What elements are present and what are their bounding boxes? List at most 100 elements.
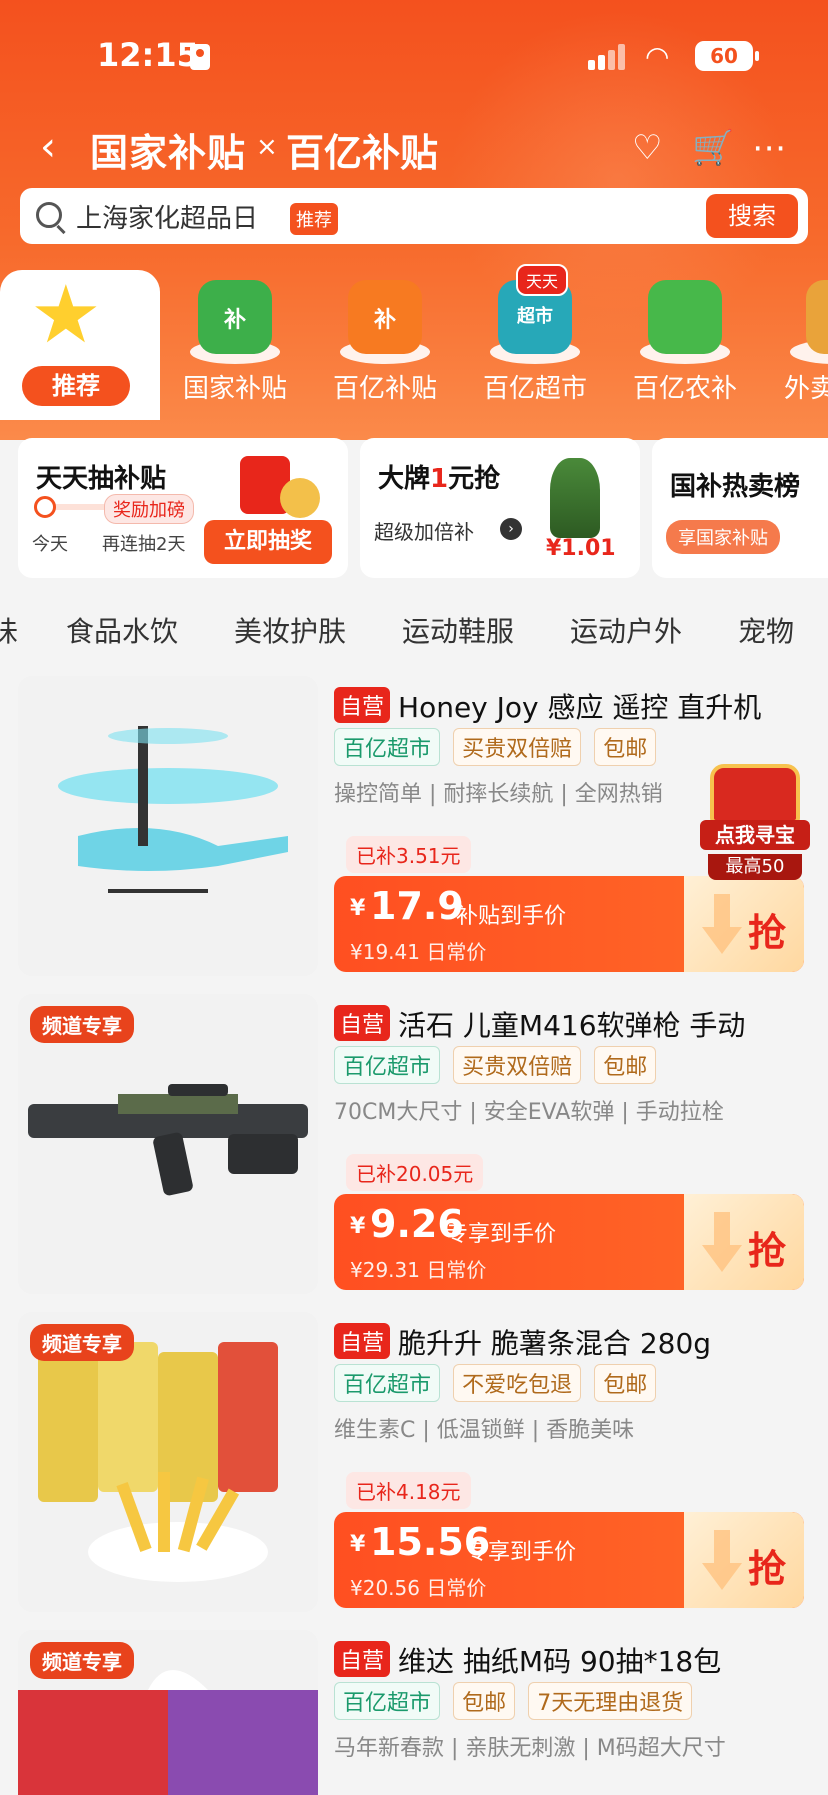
- title-national-subsidy: 国家补贴: [90, 131, 247, 175]
- product-tags: 百亿超市 买贵双倍赔 包邮: [334, 1046, 664, 1084]
- price-bar[interactable]: ¥ 15.56 专享到手价 ¥20.56 日常价 抢: [334, 1512, 804, 1608]
- hot-ranking-title: 国补热卖榜: [670, 472, 801, 502]
- tab-item[interactable]: 食品水饮: [66, 610, 178, 650]
- regular-price: ¥20.56 日常价: [350, 1576, 487, 1600]
- regular-price: ¥19.41 日常价: [350, 940, 487, 964]
- tag: 包邮: [594, 1364, 657, 1402]
- lottery-card[interactable]: 天天抽补贴 奖励加磅 今天 再连抽2天 立即抽奖: [18, 438, 348, 578]
- brand-one-yuan-card[interactable]: 大牌1元抢 超级加倍补 › ¥1.01: [360, 438, 640, 578]
- search-bar[interactable]: 上海家化超品日 推荐 搜索: [20, 188, 808, 244]
- signal-icon: [588, 44, 628, 70]
- category-label: 外卖: [784, 374, 828, 404]
- tab-item[interactable]: 运动鞋服: [402, 610, 514, 650]
- product-image[interactable]: 频道专享: [18, 994, 318, 1294]
- product-image[interactable]: [18, 676, 318, 976]
- self-operated-badge: 自营: [334, 1641, 391, 1677]
- search-recommend-tag: 推荐: [290, 203, 338, 235]
- category-agri-subsidy[interactable]: 百亿农补: [610, 270, 760, 420]
- title-separator: ×: [256, 132, 278, 162]
- plant-image: [550, 458, 600, 538]
- self-operated-badge: 自营: [334, 687, 391, 723]
- search-button[interactable]: 搜索: [706, 194, 798, 238]
- product-title[interactable]: 自营 脆升升 脆薯条混合 280g: [334, 1322, 814, 1362]
- helicopter-image: [58, 726, 288, 893]
- price-label: 补贴到手价: [456, 904, 567, 929]
- treasure-label: 点我寻宝: [700, 820, 810, 850]
- subsidy-badge: 已补4.18元: [346, 1472, 471, 1509]
- progress-dot: [34, 496, 56, 518]
- product-card[interactable]: 频道专享 自营 维达 抽纸M码 90抽*18包 百亿超市 包邮 7天无理由退货 马…: [0, 1630, 828, 1795]
- product-tags: 百亿超市 包邮 7天无理由退货: [334, 1682, 700, 1720]
- treasure-sub-label: 最高50: [708, 854, 802, 880]
- today-label: 今天: [32, 534, 68, 555]
- category-label: 国家补贴: [182, 374, 287, 404]
- hot-ranking-card[interactable]: 国补热卖榜 享国家补贴: [652, 438, 828, 578]
- regular-price: ¥29.31 日常价: [350, 1258, 487, 1282]
- favorite-heart-icon[interactable]: ♡: [632, 128, 662, 168]
- brand-subtitle: 超级加倍补: [374, 520, 474, 544]
- product-title[interactable]: 自营 活石 儿童M416软弹枪 手动: [334, 1004, 814, 1044]
- page-header: ‹ 国家补贴 × 百亿补贴 ♡ 🛒 ⋯: [0, 110, 828, 182]
- back-icon[interactable]: ‹: [40, 124, 56, 170]
- tab-item[interactable]: 宠物: [738, 610, 794, 650]
- category-national-subsidy[interactable]: 补 国家补贴: [160, 270, 310, 420]
- self-operated-badge: 自营: [334, 1005, 391, 1041]
- product-title[interactable]: 自营 维达 抽纸M码 90抽*18包: [334, 1640, 814, 1680]
- tag: 包邮: [594, 1046, 657, 1084]
- draw-now-button[interactable]: 立即抽奖: [204, 520, 332, 564]
- chevron-right-icon: ›: [500, 518, 522, 540]
- subsidy-cube-icon: 补: [348, 280, 422, 354]
- subsidy-badge: 已补3.51元: [346, 836, 471, 873]
- title-billion-subsidy: 百亿补贴: [286, 131, 439, 175]
- tag: 7天无理由退货: [528, 1682, 693, 1720]
- tab-item[interactable]: 运动户外: [570, 610, 682, 650]
- price-label: 专享到手价: [446, 1222, 557, 1247]
- tab-item[interactable]: 味: [0, 610, 18, 650]
- daily-badge: 天天: [516, 264, 569, 296]
- category-row: ★ 推荐 补 国家补贴 补 百亿补贴 超市 天天 百亿超市 百亿农补 外 外卖: [0, 264, 828, 420]
- price-bar[interactable]: ¥ 9.26 专享到手价 ¥29.31 日常价 抢: [334, 1194, 804, 1290]
- vegetable-basket-icon: [648, 280, 722, 354]
- subsidy-badge: 已补20.05元: [346, 1154, 484, 1191]
- tag: 百亿超市: [334, 1046, 441, 1084]
- tab-item[interactable]: 美妆护肤: [234, 610, 346, 650]
- streak-label: 再连抽2天: [102, 534, 186, 555]
- price-bar[interactable]: ¥ 17.9 补贴到手价 ¥19.41 日常价 抢: [334, 876, 804, 972]
- cart-icon[interactable]: 🛒: [692, 128, 734, 168]
- treasure-hunt-widget[interactable]: 点我寻宝 最高50: [700, 764, 810, 882]
- national-subsidy-button[interactable]: 享国家补贴: [666, 520, 780, 554]
- brand-title: 大牌1元抢: [378, 464, 501, 494]
- category-billion-subsidy[interactable]: 补 百亿补贴: [310, 270, 460, 420]
- status-time: 12:15: [97, 36, 199, 74]
- category-recommend[interactable]: ★ 推荐: [0, 270, 160, 420]
- reward-badge: 奖励加磅: [104, 494, 194, 524]
- price-value: 17.9: [370, 884, 464, 928]
- product-card[interactable]: 频道专享 自营 脆升升 脆薯条混合 280g 百亿超市 不爱吃包退 包邮 维生素C…: [0, 1312, 828, 1612]
- tag: 买贵双倍赔: [453, 1046, 582, 1084]
- grab-button[interactable]: 抢: [684, 1512, 804, 1608]
- grab-button[interactable]: 抢: [684, 876, 804, 972]
- selling-points: 操控简单 | 耐摔长续航 | 全网热销: [334, 782, 663, 807]
- category-takeout[interactable]: 外 外卖: [760, 270, 828, 420]
- category-billion-supermarket[interactable]: 超市 天天 百亿超市: [460, 264, 610, 420]
- product-tags: 百亿超市 买贵双倍赔 包邮: [334, 728, 664, 766]
- brand-price: ¥1.01: [546, 536, 616, 561]
- tag: 百亿超市: [334, 728, 441, 766]
- wifi-icon: ◠: [645, 40, 670, 73]
- treasure-chest-icon: [710, 764, 800, 824]
- product-card[interactable]: 频道专享 自营 活石 儿童M416软弹枪 手动 百亿超市 买贵双倍赔 包邮 70C…: [0, 994, 828, 1294]
- price-label: 专享到手价: [466, 1540, 577, 1565]
- search-input[interactable]: 上海家化超品日: [76, 198, 258, 235]
- product-image[interactable]: 频道专享: [18, 1312, 318, 1612]
- star-icon: ★: [30, 268, 102, 361]
- tag: 百亿超市: [334, 1364, 441, 1402]
- lottery-title: 天天抽补贴: [36, 464, 167, 494]
- selling-points: 马年新春款 | 亲肤无刺激 | M码超大尺寸: [334, 1736, 726, 1761]
- category-label: 百亿农补: [632, 374, 737, 404]
- grab-button[interactable]: 抢: [684, 1194, 804, 1290]
- more-icon[interactable]: ⋯: [752, 128, 786, 168]
- tag: 包邮: [594, 728, 657, 766]
- selling-points: 70CM大尺寸 | 安全EVA软弹 | 手动拉栓: [334, 1100, 724, 1125]
- product-title[interactable]: 自营 Honey Joy 感应 遥控 直升机: [334, 686, 814, 726]
- product-image[interactable]: 频道专享: [18, 1630, 318, 1795]
